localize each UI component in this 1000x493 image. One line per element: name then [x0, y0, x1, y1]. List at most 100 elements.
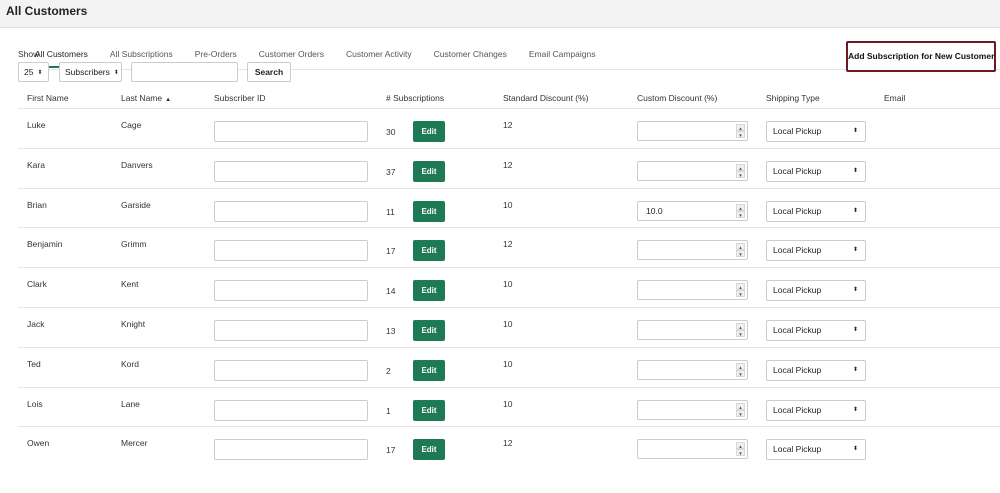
custom-discount-input[interactable]: ▲ ▼: [637, 160, 748, 181]
spin-down-icon[interactable]: ▼: [736, 210, 745, 218]
subscriptions-count: 1: [386, 405, 391, 416]
subscriber-id-input[interactable]: [214, 121, 368, 142]
spinner: ▲ ▼: [736, 323, 745, 337]
search-input[interactable]: [131, 62, 238, 82]
edit-button[interactable]: Edit: [413, 359, 445, 381]
shipping-type-select[interactable]: Local Pickup ⬍: [766, 280, 866, 302]
tab-customer-activity[interactable]: Customer Activity: [335, 43, 423, 68]
col-standard-discount[interactable]: Standard Discount (%): [503, 93, 589, 103]
spin-up-icon[interactable]: ▲: [736, 124, 745, 131]
subscriptions-count: 13: [386, 326, 396, 336]
spin-down-icon[interactable]: ▼: [736, 250, 745, 258]
spin-up-icon[interactable]: ▲: [736, 362, 745, 370]
subscriber-id-input[interactable]: [214, 399, 368, 421]
subscriptions-count: 30: [386, 127, 396, 137]
spin-down-icon[interactable]: ▼: [736, 290, 745, 298]
page-size-select[interactable]: 25 ⬍: [18, 62, 49, 82]
shipping-type-value: Local Pickup: [773, 165, 822, 176]
edit-button[interactable]: Edit: [413, 280, 445, 302]
subscriber-id-input[interactable]: [214, 320, 368, 341]
table-row: Owen Mercer 17 Edit 12 ▲ ▼ Local Pickup ⬍: [18, 426, 1000, 466]
edit-button[interactable]: Edit: [413, 240, 445, 262]
col-subscriber-id[interactable]: Subscriber ID: [214, 93, 266, 103]
edit-button[interactable]: Edit: [413, 160, 445, 182]
custom-discount-input[interactable]: ▲ ▼: [637, 399, 748, 420]
tab-customer-changes[interactable]: Customer Changes: [423, 43, 518, 68]
spin-up-icon[interactable]: ▲: [736, 442, 745, 450]
shipping-type-value: Local Pickup: [773, 444, 822, 455]
first-name-cell: Jack: [27, 319, 45, 329]
col-first-name[interactable]: First Name: [27, 93, 69, 103]
spin-down-icon[interactable]: ▼: [736, 369, 745, 377]
add-subscription-button[interactable]: Add Subscription for New Customer: [846, 41, 996, 72]
table-row: Lois Lane 1 Edit 10 ▲ ▼ Local Pickup ⬍: [18, 386, 1000, 427]
shipping-type-select[interactable]: Local Pickup ⬍: [766, 359, 866, 381]
select-arrow-icon: ⬍: [852, 167, 858, 174]
shipping-type-select[interactable]: Local Pickup ⬍: [766, 160, 866, 182]
col-subscriptions[interactable]: # Subscriptions: [386, 93, 444, 103]
spin-up-icon[interactable]: ▲: [736, 283, 745, 291]
shipping-type-select[interactable]: Local Pickup ⬍: [766, 121, 866, 142]
last-name-cell: Grimm: [121, 239, 147, 250]
custom-discount-input[interactable]: ▲ ▼: [637, 280, 748, 301]
table-row: Brian Garside 11 Edit 10 10.0 ▲ ▼ Local Pickup ⬍: [18, 187, 1000, 228]
spin-down-icon[interactable]: ▼: [736, 330, 745, 337]
spinner: ▲ ▼: [736, 203, 745, 218]
page-size-value: 25: [24, 67, 34, 77]
custom-discount-input[interactable]: ▲ ▼: [637, 121, 748, 141]
spinner: ▲ ▼: [736, 362, 745, 377]
edit-button[interactable]: Edit: [413, 121, 445, 142]
custom-discount-input[interactable]: ▲ ▼: [637, 439, 748, 460]
col-last-name[interactable]: Last Name ▲: [121, 93, 171, 103]
subscriber-id-input[interactable]: [214, 439, 368, 461]
spin-up-icon[interactable]: ▲: [736, 243, 745, 251]
edit-button[interactable]: Edit: [413, 439, 445, 461]
standard-discount-cell: 12: [503, 438, 513, 449]
filter-select[interactable]: Subscribers ⬍: [59, 62, 122, 82]
spin-up-icon[interactable]: ▲: [736, 203, 745, 211]
last-name-cell: Lane: [121, 398, 140, 409]
shipping-type-select[interactable]: Local Pickup ⬍: [766, 439, 866, 461]
shipping-type-value: Local Pickup: [773, 364, 822, 375]
col-email[interactable]: Email: [884, 93, 905, 103]
edit-button[interactable]: Edit: [413, 320, 445, 341]
spinner: ▲ ▼: [736, 163, 745, 178]
spin-up-icon[interactable]: ▲: [736, 323, 745, 330]
col-shipping-type[interactable]: Shipping Type: [766, 93, 820, 103]
spin-down-icon[interactable]: ▼: [736, 170, 745, 178]
custom-discount-input[interactable]: ▲ ▼: [637, 240, 748, 261]
select-arrow-icon: ⬍: [37, 69, 43, 76]
shipping-type-select[interactable]: Local Pickup ⬍: [766, 320, 866, 341]
tab-email-campaigns[interactable]: Email Campaigns: [518, 43, 607, 68]
custom-discount-input[interactable]: 10.0 ▲ ▼: [637, 200, 748, 221]
table-row: Kara Danvers 37 Edit 12 ▲ ▼ Local Pickup ⬍: [18, 147, 1000, 188]
spin-down-icon[interactable]: ▼: [736, 409, 745, 417]
custom-discount-input[interactable]: ▲ ▼: [637, 359, 748, 380]
shipping-type-select[interactable]: Local Pickup ⬍: [766, 200, 866, 222]
subscriber-id-input[interactable]: [214, 200, 368, 222]
col-custom-discount[interactable]: Custom Discount (%): [637, 93, 717, 103]
filter-value: Subscribers: [65, 67, 110, 77]
spin-up-icon[interactable]: ▲: [736, 163, 745, 171]
subscriber-id-input[interactable]: [214, 359, 368, 381]
first-name-cell: Owen: [27, 438, 50, 449]
subscriber-id-input[interactable]: [214, 240, 368, 262]
spin-up-icon[interactable]: ▲: [736, 402, 745, 410]
first-name-cell: Kara: [27, 159, 45, 170]
first-name-cell: Brian: [27, 199, 47, 210]
subscriptions-count: 37: [386, 166, 396, 177]
subscriber-id-input[interactable]: [214, 280, 368, 302]
shipping-type-select[interactable]: Local Pickup ⬍: [766, 240, 866, 262]
select-arrow-icon: ⬍: [852, 446, 858, 453]
custom-discount-input[interactable]: ▲ ▼: [637, 320, 748, 340]
edit-button[interactable]: Edit: [413, 399, 445, 421]
spin-down-icon[interactable]: ▼: [736, 449, 745, 457]
subscriptions-count: 2: [386, 365, 391, 376]
select-arrow-icon: ⬍: [852, 327, 858, 333]
spin-down-icon[interactable]: ▼: [736, 131, 745, 138]
subscriber-id-input[interactable]: [214, 160, 368, 182]
select-arrow-icon: ⬍: [852, 207, 858, 214]
search-button[interactable]: Search: [247, 62, 291, 82]
edit-button[interactable]: Edit: [413, 200, 445, 222]
shipping-type-select[interactable]: Local Pickup ⬍: [766, 399, 866, 421]
